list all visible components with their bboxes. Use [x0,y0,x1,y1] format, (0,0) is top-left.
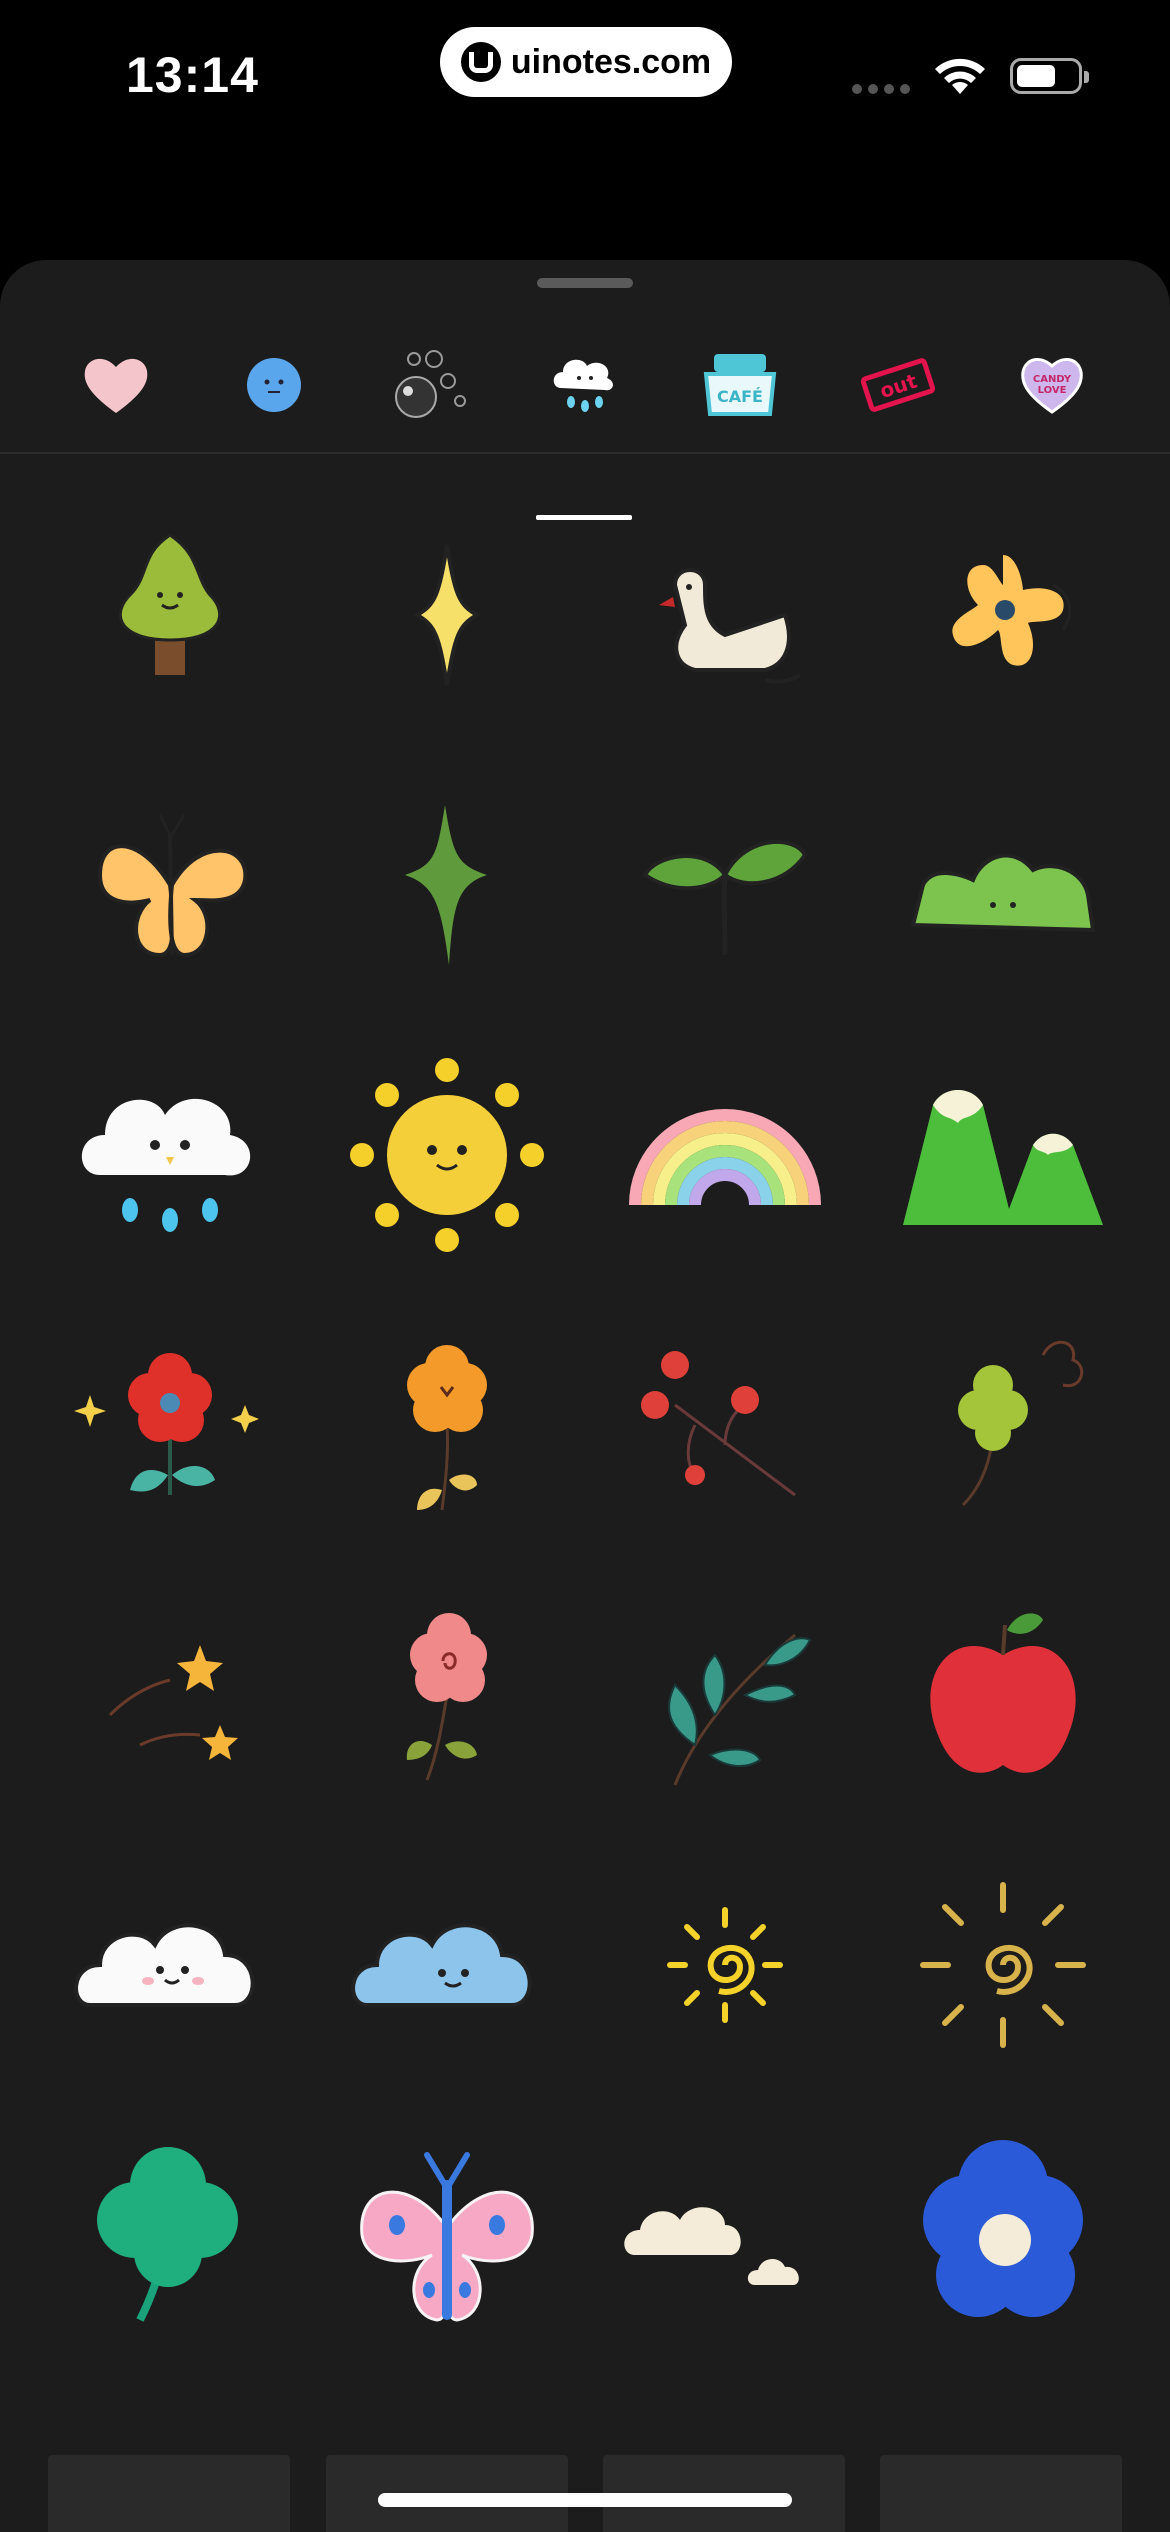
red-flower-sticker[interactable] [45,1300,295,1550]
sticker-sheet: CAFÉ out CANDY LOVE [0,260,1170,2532]
svg-text:LOVE: LOVE [1038,385,1067,396]
status-bar: 13:14 uinotes.com [0,0,1170,150]
tab-bubbles[interactable] [370,330,490,440]
tab-candy-heart[interactable]: CANDY LOVE [992,330,1112,440]
pink-heart-icon [84,358,148,413]
sticker-category-tabs: CAFÉ out CANDY LOVE [0,330,1170,520]
svg-text:CANDY: CANDY [1033,374,1072,385]
pink-flower-sticker[interactable] [322,1570,572,1820]
sheet-grabber[interactable] [537,278,633,288]
mountains-sticker[interactable] [878,1030,1128,1280]
partial-sticker-1[interactable] [48,2455,290,2532]
sparkle-sticker[interactable] [322,490,572,740]
red-blossom-branch-sticker[interactable] [600,1300,850,1550]
tabs-divider [0,452,1170,454]
uinotes-logo-icon [460,42,501,82]
blue-flower-sticker[interactable] [878,2110,1128,2360]
tab-heart[interactable] [56,330,176,440]
apple-sticker[interactable] [878,1570,1128,1820]
battery-icon [1010,58,1089,94]
status-time: 13:14 [126,47,259,103]
bubbles-icon [395,350,466,418]
tab-out[interactable]: out [838,330,958,440]
sprout-sticker[interactable] [600,760,850,1010]
green-sparkle-sticker[interactable] [322,760,572,1010]
tree-sticker[interactable] [45,490,295,740]
yellow-flower-sticker[interactable] [878,490,1128,740]
tab-rain-cloud[interactable] [524,330,644,440]
clover-doodle-sticker[interactable] [878,1300,1128,1550]
rainbow-sticker[interactable] [600,1030,850,1280]
green-clover-sticker[interactable] [45,2110,295,2360]
leaf-branch-sticker[interactable] [600,1570,850,1820]
cloud-rain-sticker[interactable] [45,1030,295,1280]
pink-butterfly-sticker[interactable] [322,2110,572,2360]
white-cloud-sticker[interactable] [45,1840,295,2090]
candy-heart-icon: CANDY LOVE [1021,357,1083,414]
out-stamp-icon: out [860,358,936,412]
sun-face-sticker[interactable] [322,1030,572,1280]
duck-sticker[interactable] [600,490,850,740]
home-indicator[interactable] [378,2493,792,2507]
cellular-icon [852,84,910,94]
gold-sun-doodle-sticker[interactable] [878,1840,1128,2090]
butterfly-sticker[interactable] [45,760,295,1010]
blue-face-icon [247,358,301,412]
cafe-sign-icon: CAFÉ [703,354,777,416]
tab-blue-face[interactable] [214,330,334,440]
cream-clouds-sticker[interactable] [600,2110,850,2360]
url-pill[interactable]: uinotes.com [440,27,732,97]
wifi-icon [935,58,985,94]
rain-cloud-icon [553,359,613,412]
shooting-stars-sticker[interactable] [45,1570,295,1820]
orange-flower-sticker[interactable] [322,1300,572,1550]
partial-sticker-4[interactable] [880,2455,1122,2532]
url-text: uinotes.com [510,42,712,81]
green-bush-sticker[interactable] [878,760,1128,1010]
yellow-sun-doodle-sticker[interactable] [600,1840,850,2090]
tab-cafe[interactable]: CAFÉ [680,330,800,440]
blue-cloud-sticker[interactable] [322,1840,572,2090]
svg-text:CAFÉ: CAFÉ [717,387,763,406]
